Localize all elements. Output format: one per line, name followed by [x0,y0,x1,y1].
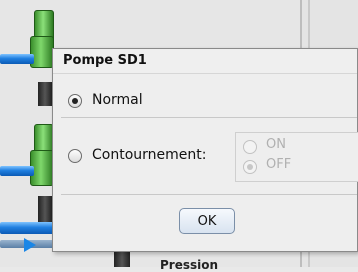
on-label[interactable]: ON [266,137,286,152]
radio-selected-dot [247,164,253,170]
pipe [0,222,54,234]
separator [61,194,357,195]
valve-icon [38,196,52,222]
normal-label[interactable]: Normal [92,92,143,108]
normal-radio[interactable] [68,94,82,108]
off-label[interactable]: OFF [266,157,291,172]
background-label: Pression [160,258,219,272]
bypass-radio[interactable] [68,149,82,163]
valve-icon [114,250,130,267]
pipe [0,166,34,176]
valve-icon [38,82,52,106]
flow-arrow-icon [24,238,36,252]
pump-mode-dialog: Pompe SD1 Normal Contournement: ON OFF O… [52,48,358,252]
bypass-label[interactable]: Contournement: [92,147,206,163]
separator [61,117,357,118]
bypass-sub-options: ON OFF [235,132,358,182]
dialog-title: Pompe SD1 [53,49,357,74]
off-radio[interactable] [243,160,257,174]
ok-button[interactable]: OK [179,208,235,234]
radio-selected-dot [72,98,78,104]
on-radio[interactable] [243,140,257,154]
pipe [0,54,34,64]
